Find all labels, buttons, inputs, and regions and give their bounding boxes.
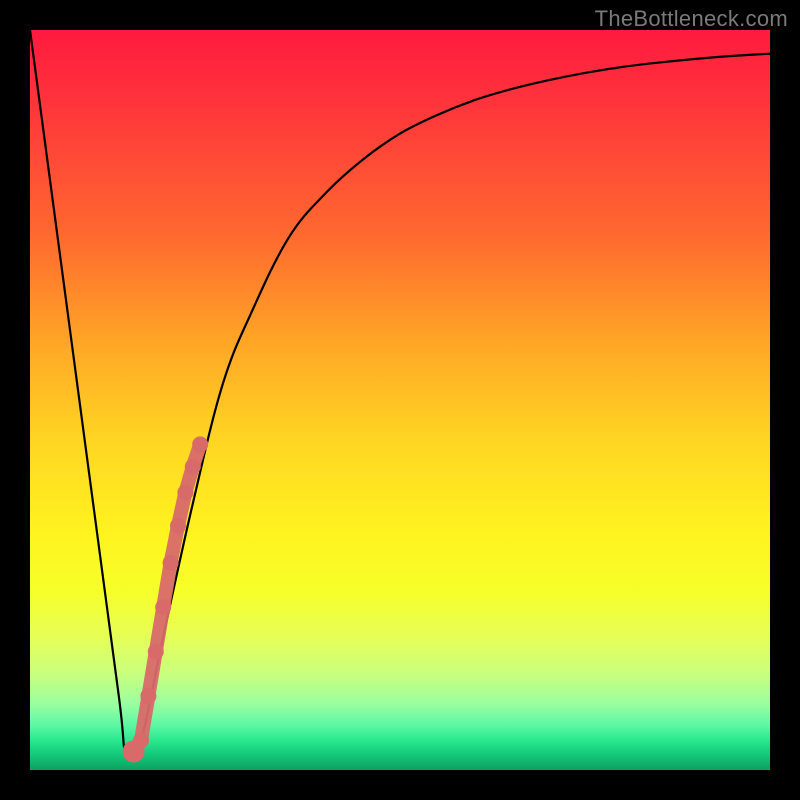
chart-svg: [30, 30, 770, 770]
highlight-bead: [148, 644, 164, 660]
highlight-bead: [192, 436, 208, 452]
bottleneck-curve: [30, 30, 770, 760]
highlight-bead: [185, 459, 201, 475]
highlight-bead: [133, 732, 149, 748]
watermark-text: TheBottleneck.com: [595, 6, 788, 32]
highlight-bead: [140, 688, 156, 704]
highlight-bead: [155, 599, 171, 615]
highlight-bead: [170, 518, 186, 534]
highlight-markers: [123, 436, 209, 762]
highlight-bead: [163, 555, 179, 571]
highlight-bead: [177, 485, 193, 501]
plot-area: [30, 30, 770, 770]
chart-frame: TheBottleneck.com: [0, 0, 800, 800]
